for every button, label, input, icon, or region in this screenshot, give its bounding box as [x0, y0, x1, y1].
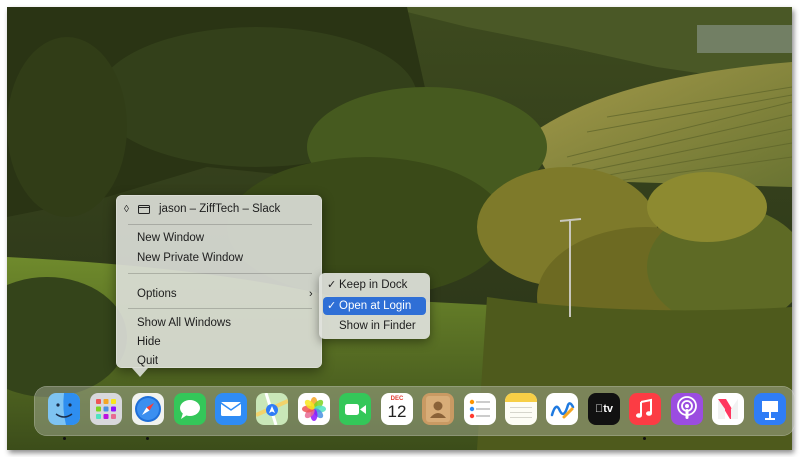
diamond-icon: ◊ [124, 203, 129, 215]
maps-icon[interactable] [256, 393, 288, 425]
keep-in-dock-item[interactable]: ✓ Keep in Dock [323, 276, 426, 294]
calendar-day: 12 [387, 402, 407, 421]
running-indicator [643, 437, 646, 440]
tv-icon[interactable]: tv [588, 393, 620, 425]
show-in-finder-item[interactable]: Show in Finder [323, 317, 426, 335]
menu-separator [128, 308, 312, 309]
notes-icon[interactable] [505, 393, 537, 425]
checkmark-icon: ✓ [327, 300, 337, 312]
new-window-item[interactable]: New Window [137, 229, 204, 247]
photos-icon[interactable] [298, 393, 330, 425]
calendar-icon[interactable]: DEC 12 [381, 393, 413, 425]
open-at-login-item[interactable]: ✓ Open at Login [323, 297, 426, 315]
show-all-windows-item[interactable]: Show All Windows [137, 314, 231, 332]
hide-item[interactable]: Hide [137, 333, 161, 351]
reminders-icon[interactable] [464, 393, 496, 425]
keep-in-dock-label: Keep in Dock [339, 279, 408, 291]
open-at-login-label: Open at Login [339, 300, 412, 312]
menu-pointer [132, 368, 148, 377]
running-indicator [146, 437, 149, 440]
tv-label: tv [595, 403, 613, 415]
keynote-icon[interactable] [754, 393, 786, 425]
launchpad-icon[interactable] [90, 393, 122, 425]
dock-context-menu: ◊ jason – ZiffTech – Slack New Window Ne… [116, 195, 322, 368]
checkmark-icon: ✓ [327, 279, 337, 291]
window-icon [138, 204, 150, 214]
options-submenu: ✓ Keep in Dock ✓ Open at Login Show in F… [319, 273, 430, 339]
safari-icon[interactable] [132, 393, 164, 425]
new-private-window-item[interactable]: New Private Window [137, 249, 243, 267]
freeform-icon[interactable] [546, 393, 578, 425]
music-icon[interactable] [629, 393, 661, 425]
options-item[interactable]: Options [137, 285, 177, 303]
running-indicator [63, 437, 66, 440]
news-icon[interactable] [712, 393, 744, 425]
chevron-right-icon: › [309, 288, 313, 300]
menu-separator [128, 224, 312, 225]
finder-icon[interactable] [48, 393, 80, 425]
context-menu-header[interactable]: ◊ jason – ZiffTech – Slack [116, 195, 322, 223]
menu-separator [128, 273, 312, 274]
messages-icon[interactable] [174, 393, 206, 425]
mail-icon[interactable] [215, 393, 247, 425]
show-in-finder-label: Show in Finder [339, 320, 416, 332]
window-title: jason – ZiffTech – Slack [159, 203, 281, 215]
contacts-icon[interactable] [422, 393, 454, 425]
facetime-icon[interactable] [339, 393, 371, 425]
podcasts-icon[interactable] [671, 393, 703, 425]
